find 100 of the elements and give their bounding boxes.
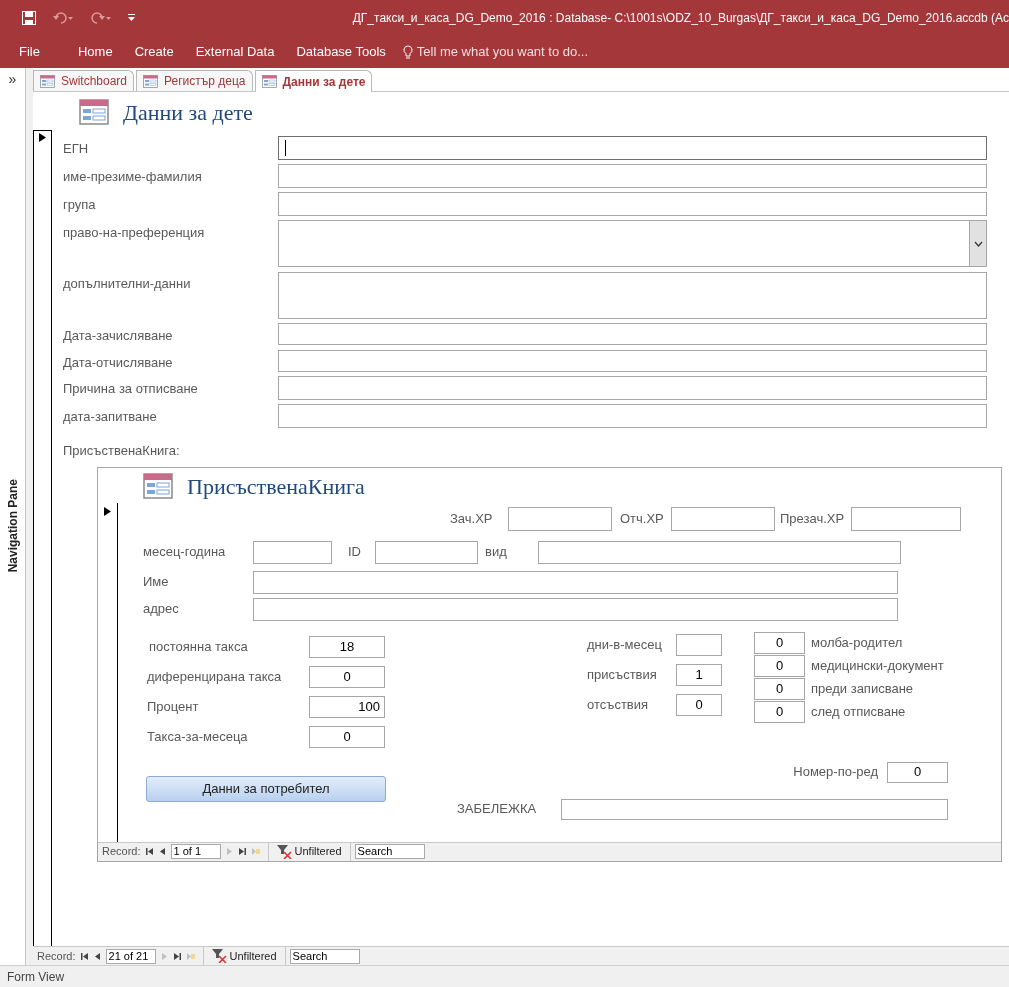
field-label: ЗАБЕЛЕЖКА (457, 800, 538, 819)
field-label: присъствия (587, 665, 658, 684)
dropdown-button[interactable] (969, 221, 986, 266)
input-field[interactable] (561, 798, 948, 820)
field-label: ЕГН (62, 140, 90, 158)
field-label: молба-родител (811, 633, 903, 652)
field-label: право-на-преференция (62, 224, 206, 242)
record-position-field[interactable]: 21 of 21 (105, 948, 156, 964)
field-label: адрес (143, 600, 180, 619)
input-field[interactable]: 0 (887, 761, 948, 783)
input-field[interactable] (375, 540, 478, 564)
input-field[interactable]: 0 (754, 677, 805, 700)
input-field[interactable] (508, 506, 612, 531)
save-icon[interactable] (22, 10, 36, 25)
input-field[interactable] (253, 540, 332, 564)
ribbon-tab[interactable]: Create (123, 41, 185, 62)
ribbon-tab[interactable]: Database Tools (285, 41, 397, 62)
input-field[interactable] (851, 506, 961, 531)
search-field[interactable]: Search (354, 844, 425, 859)
text-cursor (285, 140, 286, 156)
input-field[interactable] (253, 570, 898, 594)
field-label: Процент (147, 697, 200, 716)
form-icon (143, 473, 173, 499)
filter-icon (276, 844, 293, 859)
document-tab[interactable]: Регистър деца (136, 70, 253, 91)
lightbulb-icon (402, 44, 413, 59)
tell-me-field[interactable]: Tell me what you want to do... (416, 41, 589, 62)
combo-box[interactable] (278, 220, 987, 267)
field-label: Дата-отчисляване (62, 353, 174, 372)
field-label: име-презиме-фамилия (62, 168, 203, 186)
form-icon (261, 75, 277, 88)
input-field[interactable] (278, 376, 987, 400)
ribbon-tab[interactable]: File (0, 41, 67, 62)
field-label: диференцирана такса (147, 667, 283, 686)
field-label: ID (347, 543, 362, 562)
navigation-pane[interactable]: » Navigation Pane (0, 68, 26, 965)
ribbon-tab[interactable]: Home (66, 41, 124, 62)
redo-icon[interactable] (90, 11, 112, 24)
prev-record-icon[interactable] (92, 951, 102, 961)
chevron-down-icon (973, 240, 983, 247)
search-field[interactable]: Search (289, 948, 360, 964)
expand-pane-button[interactable]: » (8, 72, 17, 86)
field-label: допълнителни-данни (62, 275, 192, 293)
window-title: ДГ_такси_и_каса_DG_Demo_2016 : Database- C:\1001s\ODZ_10_Burgas\ДГ_такси_и_каса_DG_Demo_2016.accdb (Ac (352, 9, 1009, 27)
input-field[interactable] (278, 164, 987, 188)
field-label: преди записване (811, 679, 914, 698)
input-field[interactable]: 0 (754, 700, 805, 723)
document-tab[interactable]: Switchboard (33, 70, 135, 91)
undo-icon[interactable] (52, 11, 74, 24)
customize-toolbar-icon[interactable] (128, 14, 135, 21)
first-record-icon[interactable] (79, 951, 89, 961)
input-field[interactable]: 0 (676, 693, 722, 716)
input-field[interactable]: 1 (676, 663, 722, 686)
input-field[interactable] (278, 192, 987, 216)
ribbon-tab[interactable]: External Data (184, 41, 286, 62)
input-field[interactable]: 0 (309, 725, 385, 748)
field-label: Презач.ХР (779, 509, 846, 528)
field-label: Номер-по-ред (793, 763, 879, 782)
prev-record-icon[interactable] (157, 847, 167, 856)
status-text: Form View (7, 968, 65, 986)
input-field[interactable] (671, 506, 775, 531)
input-field[interactable] (676, 633, 722, 656)
field-label: месец-година (143, 543, 227, 562)
input-field[interactable] (278, 404, 987, 428)
filter-button[interactable]: Unfiltered (207, 947, 281, 965)
field-label: постоянна такса (148, 637, 249, 656)
field-label: група (62, 196, 97, 214)
field-label: медицински-документ (811, 656, 944, 675)
record-position-field[interactable]: 1 of 1 (170, 844, 221, 859)
input-field[interactable] (278, 323, 987, 345)
input-field[interactable] (253, 597, 898, 621)
field-label: вид (484, 543, 508, 562)
field-label: Зач.ХР (450, 509, 494, 528)
current-record-icon (39, 133, 46, 142)
filter-button[interactable]: Unfiltered (272, 843, 346, 860)
last-record-icon[interactable] (172, 951, 182, 961)
field-label: дата-запитване (62, 408, 158, 426)
input-field[interactable]: 0 (309, 665, 385, 688)
input-field[interactable] (278, 136, 987, 160)
last-record-icon[interactable] (237, 847, 247, 856)
first-record-icon[interactable] (144, 847, 154, 856)
field-label: Отч.ХР (619, 509, 665, 528)
input-field[interactable]: 0 (754, 654, 805, 677)
memo-field[interactable] (278, 272, 987, 319)
field-label: след отписване (811, 702, 906, 721)
user-data-button[interactable]: Данни за потребител (146, 775, 386, 802)
input-field[interactable]: 100 (309, 695, 385, 718)
input-field[interactable] (538, 540, 901, 564)
input-field[interactable] (278, 349, 987, 372)
field-label: отсъствия (587, 695, 650, 714)
form-icon (79, 99, 109, 125)
field-label: дни-в-месец (587, 635, 663, 654)
navigation-pane-label[interactable]: Navigation Pane (5, 478, 20, 573)
current-record-icon (104, 506, 111, 516)
input-field[interactable]: 0 (754, 631, 805, 654)
document-tab[interactable]: Данни за дете (254, 70, 373, 92)
form-title: Данни за дете (123, 98, 253, 127)
input-field[interactable]: 18 (309, 635, 385, 658)
form-icon (143, 74, 159, 88)
record-label: Record: (37, 948, 76, 964)
